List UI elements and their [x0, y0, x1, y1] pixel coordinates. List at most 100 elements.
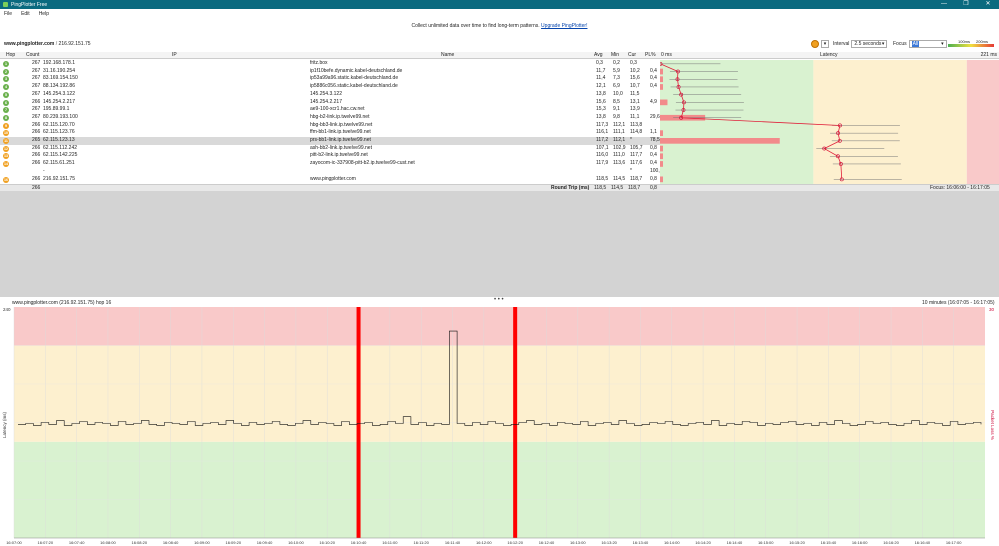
- minimize-button[interactable]: —: [933, 0, 955, 9]
- menu-edit[interactable]: Edit: [21, 11, 30, 17]
- cell-cur: 10,7: [630, 83, 640, 90]
- col-avg[interactable]: Avg: [594, 52, 603, 59]
- window-title: PingPlotter Free: [11, 1, 48, 8]
- cell-name: zayocom-ic-337908-pitt-b2.ip.twelve99-cu…: [310, 160, 415, 167]
- table-row[interactable]: 3 267 83.169.154.150 ip53a99a96.static.kabe…: [0, 75, 660, 83]
- hop-status-icon: 4: [3, 84, 9, 91]
- hop-status-icon: 10: [3, 130, 9, 137]
- table-row[interactable]: 8 267 80.239.193.100 hbg-b2-link.ip.twelve9…: [0, 114, 660, 122]
- x-tick-label: 16:16:20: [883, 540, 899, 545]
- promo-text: Collect unlimited data over time to find…: [411, 23, 540, 29]
- cell-count: 266: [32, 160, 41, 167]
- y-axis-label: Latency (ms): [2, 411, 7, 438]
- cell-avg: 0,3: [596, 60, 603, 66]
- x-tick-label: 16:08:40: [163, 540, 179, 545]
- x-tick-label: 16:09:40: [257, 540, 273, 545]
- table-row[interactable]: 6 266 145.254.2.217 145.254.2.217 15,6 8,5 13,…: [0, 99, 660, 107]
- cell-cur: 15,6: [630, 75, 640, 82]
- focus-select[interactable]: All ▾: [908, 39, 947, 48]
- table-row[interactable]: 10 266 62.115.123.76 ffm-bb1-link.ip.twelve…: [0, 129, 660, 137]
- cell-cur: 118,7: [630, 175, 643, 182]
- band-bad: [966, 60, 999, 184]
- x-tick-label: 16:07:20: [38, 540, 54, 545]
- cell-count: 267: [32, 75, 41, 82]
- x-tick-label: 16:14:20: [695, 540, 711, 545]
- hop-status-icon: 1: [3, 61, 9, 67]
- cell-avg: 116,0: [596, 152, 609, 159]
- table-row[interactable]: 14 266 62.115.61.251 zayocom-ic-337908-pitt…: [0, 160, 660, 168]
- hop-status-icon: 5: [3, 91, 9, 98]
- cell-cur: 113,8: [630, 121, 643, 128]
- x-tick-label: 16:14:40: [727, 540, 743, 545]
- cell-min: 114,5: [613, 175, 626, 182]
- table-row[interactable]: 13 266 62.115.142.225 pitt-b2-link.ip.twelv…: [0, 152, 660, 160]
- table-row[interactable]: 2 267 31.16.190.254 ip1f10befe.dynamic.kabe…: [0, 68, 660, 76]
- upgrade-link[interactable]: Upgrade PingPlotter!: [541, 23, 587, 29]
- cell-pl: 0,4: [650, 67, 657, 74]
- cell-cur: 105,7: [630, 144, 643, 151]
- hop-status-icon: 12: [3, 145, 9, 152]
- focus-label: Focus: [893, 40, 907, 47]
- cell-name: www.pingplotter.com: [310, 175, 356, 182]
- cell-pl: 0,4: [650, 83, 657, 90]
- menu-file[interactable]: File: [4, 11, 12, 17]
- cell-count: 267: [32, 90, 41, 97]
- cell-ip: 31.16.190.254: [43, 67, 75, 74]
- x-tick-label: 16:09:00: [194, 540, 210, 545]
- table-row[interactable]: 11 265 62.115.123.13 prs-bb1-link.ip.twelve…: [0, 137, 660, 145]
- x-tick-label: 16:09:20: [225, 540, 241, 545]
- latency-band-1: [14, 345, 985, 442]
- maximize-button[interactable]: ❐: [955, 0, 977, 9]
- packet-loss-bar: [660, 145, 663, 152]
- cell-ip: 83.169.154.150: [43, 75, 78, 82]
- x-tick-label: 16:17:00: [946, 540, 962, 545]
- cell-avg: 118,5: [596, 175, 609, 182]
- cell-count: 267: [32, 113, 41, 120]
- packet-loss-bar: [660, 99, 668, 106]
- cell-ip: 192.168.178.1: [43, 60, 75, 66]
- cell-avg: 13,8: [596, 90, 606, 97]
- col-count[interactable]: Count: [26, 52, 39, 59]
- cell-count: 266: [32, 144, 41, 151]
- table-row[interactable]: 7 267 195.89.99.1 ae9-100-xcr1.hac.cw.net 15…: [0, 106, 660, 114]
- col-pl[interactable]: PL%: [645, 52, 656, 59]
- col-hop[interactable]: Hop: [6, 52, 15, 59]
- x-tick-label: 16:11:40: [445, 540, 461, 545]
- x-tick-label: 16:15:20: [789, 540, 805, 545]
- latency-max-label: 221 ms: [980, 52, 997, 58]
- cell-cur: 117,7: [630, 152, 643, 159]
- cell-ip: 88.134.192.86: [43, 83, 75, 90]
- col-min[interactable]: Min: [611, 52, 619, 59]
- playback-controls: ▾: [811, 38, 829, 49]
- band-warn: [813, 60, 967, 184]
- table-row[interactable]: 5 267 145.254.3.122 145.254.3.122 13,8 10,0 11…: [0, 91, 660, 99]
- col-ip[interactable]: IP: [172, 52, 177, 59]
- cell-name: hbg-b2-link.ip.twelve99.net: [310, 113, 370, 120]
- packet-loss-bar: [660, 68, 663, 75]
- pause-icon[interactable]: [811, 39, 819, 48]
- cell-pl: 1,1: [650, 129, 657, 136]
- col-cur[interactable]: Cur: [628, 52, 636, 59]
- legend-gradient: [948, 44, 994, 47]
- x-tick-label: 16:10:40: [351, 540, 367, 545]
- table-row[interactable]: 12 266 62.115.112.242 ash-bb2-link.ip.twelv…: [0, 145, 660, 153]
- chevron-down-icon: ▾: [941, 40, 944, 47]
- table-row[interactable]: - * 100,0: [0, 168, 663, 176]
- table-row[interactable]: 1 267 192.168.178.1 fritz.box 0,3 0,2 0,3: [0, 60, 660, 68]
- latency-title: Latency: [820, 52, 838, 58]
- x-tick-label: 16:10:20: [319, 540, 335, 545]
- table-row[interactable]: 9 266 62.115.120.70 hbg-bb3-link.ip.twelve9…: [0, 122, 660, 130]
- table-row[interactable]: 4 267 88.134.192.86 ip5886c056.static.kabel…: [0, 83, 660, 91]
- hop-status-icon: 16: [3, 176, 9, 183]
- menu-help[interactable]: Help: [39, 11, 49, 17]
- cell-pl: 0,8: [650, 175, 657, 182]
- col-name[interactable]: Name: [441, 52, 454, 59]
- cell-name: 145.254.2.217: [310, 98, 342, 105]
- close-button[interactable]: ✕: [977, 0, 999, 9]
- cell-pl: 0,4: [650, 75, 657, 82]
- chevron-down-icon[interactable]: ▾: [821, 39, 829, 48]
- x-tick-label: 16:12:20: [507, 540, 523, 545]
- promo-banner: Collect unlimited data over time to find…: [0, 23, 999, 29]
- table-row[interactable]: 16 266 216.92.151.75 www.pingplotter.com 118…: [0, 176, 660, 184]
- interval-select[interactable]: 2.5 seconds ▾: [851, 39, 888, 48]
